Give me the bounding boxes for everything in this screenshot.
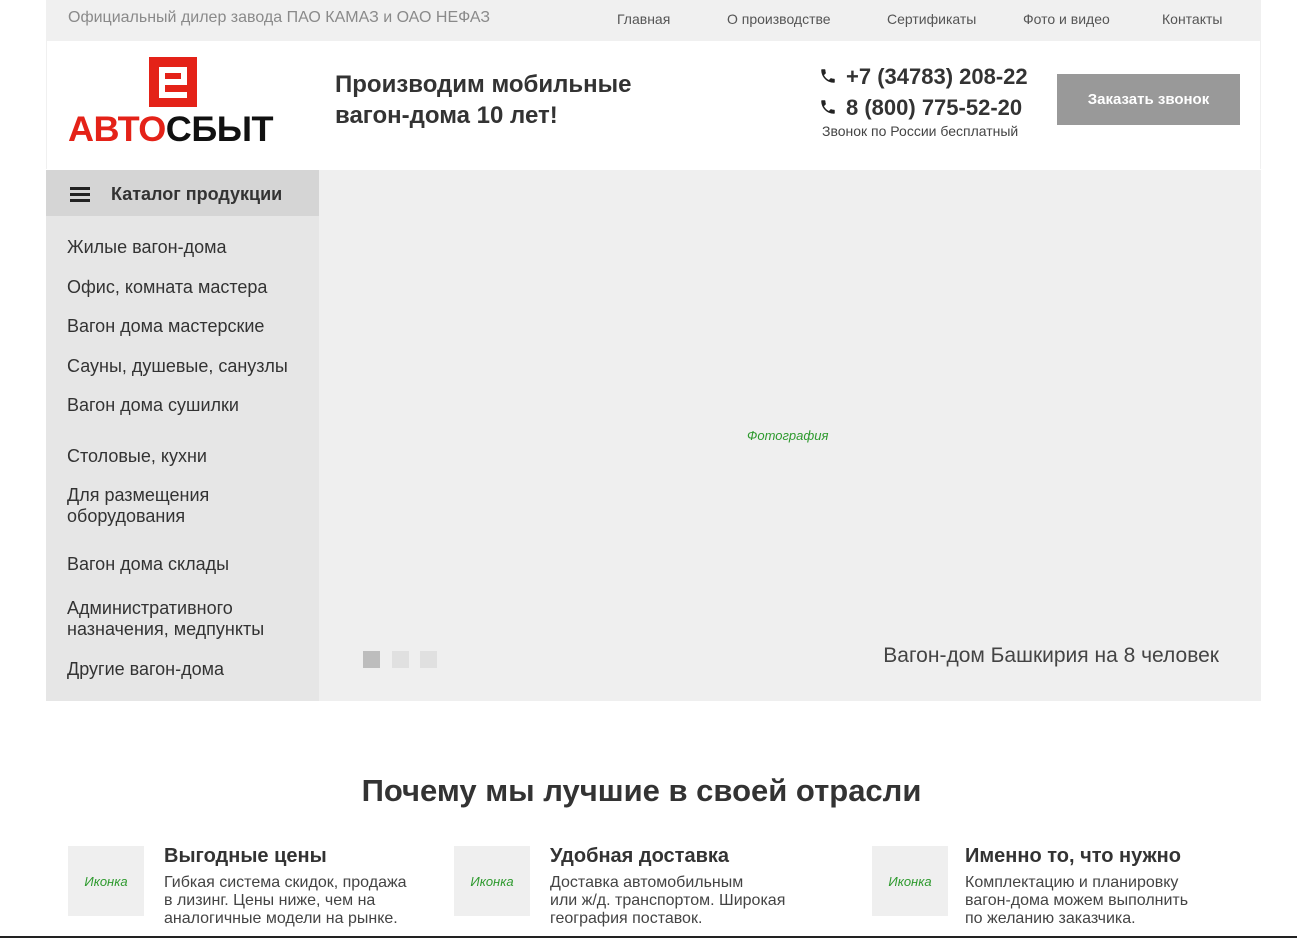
slider-dot-1[interactable] bbox=[363, 651, 380, 668]
nav-link-home[interactable]: Главная bbox=[617, 11, 670, 27]
free-call-note: Звонок по России бесплатный bbox=[822, 123, 1019, 139]
catalog-item-warehouses[interactable]: Вагон дома склады bbox=[67, 554, 229, 575]
catalog-item-other[interactable]: Другие вагон-дома bbox=[67, 659, 224, 680]
catalog-sidebar: Жилые вагон-дома Офис, комната мастера В… bbox=[46, 216, 332, 701]
catalog-item-canteens[interactable]: Столовые, кухни bbox=[67, 446, 207, 467]
slide-caption: Вагон-дом Башкирия на 8 человек bbox=[883, 644, 1219, 667]
phone-1-number: +7 (34783) 208-22 bbox=[846, 64, 1028, 89]
advantage-title: Удобная доставка bbox=[550, 845, 729, 867]
logo[interactable]: АВТОСБЫТ bbox=[68, 57, 294, 149]
delivery-icon: Иконка bbox=[454, 846, 530, 916]
phone-2-number: 8 (800) 775-52-20 bbox=[846, 95, 1023, 120]
dealer-text: Официальный дилер завода ПАО КАМАЗ и ОАО… bbox=[68, 9, 491, 26]
phone-2[interactable]: 8 (800) 775-52-20 bbox=[817, 92, 1037, 123]
catalog-item-living[interactable]: Жилые вагон-дома bbox=[67, 237, 227, 258]
catalog-item-workshops[interactable]: Вагон дома мастерские bbox=[67, 316, 264, 337]
order-call-button[interactable]: Заказать звонок bbox=[1057, 74, 1240, 125]
slider-dot-2[interactable] bbox=[392, 651, 409, 668]
slider-dot-3[interactable] bbox=[420, 651, 437, 668]
advantage-text: Гибкая система скидок, продажа в лизинг. … bbox=[164, 874, 407, 927]
nav-link-certificates[interactable]: Сертификаты bbox=[887, 11, 976, 27]
header: АВТОСБЫТ Производим мобильные вагон-дома… bbox=[46, 41, 1261, 169]
logo-mark-icon bbox=[149, 57, 197, 107]
catalog-item-saunas[interactable]: Сауны, душевые, санузлы bbox=[67, 356, 288, 377]
slogan-line-2: вагон-дома 10 лет! bbox=[335, 102, 558, 129]
slogan: Производим мобильные вагон-дома 10 лет! bbox=[335, 69, 631, 131]
catalog-header[interactable]: Каталог продукции bbox=[46, 170, 319, 216]
slide-photo-placeholder: Фотография bbox=[747, 428, 829, 443]
advantages-title: Почему мы лучшие в своей отрасли bbox=[361, 773, 922, 808]
phone-icon bbox=[821, 69, 835, 83]
custom-icon: Иконка bbox=[872, 846, 948, 916]
phone-1[interactable]: +7 (34783) 208-22 bbox=[817, 61, 1037, 92]
advantage-title: Выгодные цены bbox=[164, 845, 327, 867]
advantage-text: Доставка автомобильным или ж/д. транспорт… bbox=[550, 874, 786, 927]
nav-link-production[interactable]: О производстве bbox=[727, 11, 831, 27]
catalog-item-equipment[interactable]: Для размещения оборудования bbox=[67, 485, 209, 527]
prices-icon: Иконка bbox=[68, 846, 144, 916]
catalog-title: Каталог продукции bbox=[111, 184, 283, 204]
phones-block: +7 (34783) 208-22 8 (800) 775-52-20 Звон… bbox=[817, 61, 1037, 139]
advantage-title: Именно то, что нужно bbox=[965, 845, 1181, 867]
nav-link-contacts[interactable]: Контакты bbox=[1162, 11, 1222, 27]
catalog-item-office[interactable]: Офис, комната мастера bbox=[67, 277, 267, 298]
advantage-text: Комплектацию и планировку вагон-дома може… bbox=[965, 874, 1189, 927]
menu-icon bbox=[70, 187, 90, 202]
catalog-item-dryers[interactable]: Вагон дома сушилки bbox=[67, 395, 239, 416]
hero-slider: Фотография Вагон-дом Башкирия на 8 челов… bbox=[319, 170, 1261, 701]
nav-link-photo-video[interactable]: Фото и видео bbox=[1023, 11, 1110, 27]
top-bar: Официальный дилер завода ПАО КАМАЗ и ОАО… bbox=[46, 0, 1261, 41]
phone-icon bbox=[821, 100, 835, 114]
logo-wordmark: АВТОСБЫТ bbox=[68, 110, 274, 149]
catalog-item-administrative[interactable]: Административного назначения, медпункты bbox=[67, 598, 264, 640]
slogan-line-1: Производим мобильные bbox=[335, 71, 632, 98]
